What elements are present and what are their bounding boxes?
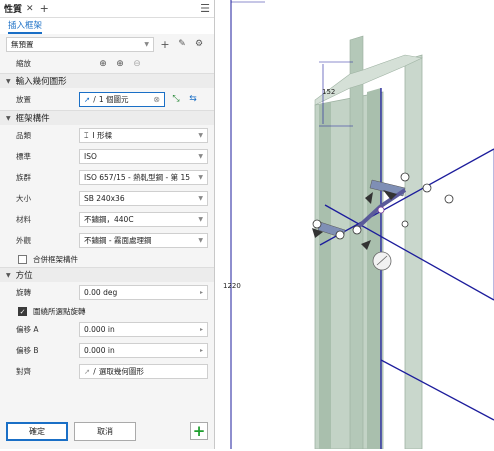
chevron-down-icon: ▼ bbox=[198, 132, 203, 139]
section-title: 框架構件 bbox=[15, 114, 50, 124]
offset-b-value: 0.000 in bbox=[84, 346, 115, 355]
chevron-down-icon: ▼ bbox=[198, 174, 203, 181]
flip-icon[interactable]: ⤡ bbox=[170, 94, 182, 104]
chevron-down-icon: ▼ bbox=[6, 114, 11, 122]
rotate-around-checkbox[interactable]: ✓ bbox=[18, 306, 27, 316]
clear-icon[interactable]: ⊗ bbox=[150, 95, 160, 104]
preset-value: 無預置 bbox=[11, 39, 34, 49]
placement-field[interactable]: ➚ / 1 個圖元 ⊗ bbox=[79, 91, 165, 107]
add-tab-icon[interactable]: + bbox=[40, 2, 49, 15]
zoom-out-icon[interactable]: ⊖ bbox=[131, 59, 143, 69]
model-canvas[interactable]: 152 1220 bbox=[215, 0, 494, 450]
cursor-icon: ➚ bbox=[84, 94, 91, 104]
chevron-down-icon: ▼ bbox=[198, 216, 203, 223]
appearance-label: 外觀 bbox=[16, 236, 31, 245]
subtab-label: 插入框架 bbox=[8, 19, 43, 34]
align-value: 選取幾何圖形 bbox=[98, 367, 144, 376]
chevron-down-icon: ▼ bbox=[198, 195, 203, 202]
material-label: 材料 bbox=[16, 215, 31, 224]
category-select[interactable]: ⌶ I 形樑 ▼ bbox=[79, 128, 208, 143]
graphics-viewport[interactable]: 152 1220 bbox=[215, 0, 494, 450]
menu-icon[interactable]: ☰ bbox=[200, 2, 210, 15]
standard-select[interactable]: ISO ▼ bbox=[79, 149, 208, 164]
merge-label: 合併框架構件 bbox=[33, 254, 78, 264]
appearance-value: 不鏽鋼 - 霧面處理鋼 bbox=[84, 236, 152, 245]
appearance-select[interactable]: 不鏽鋼 - 霧面處理鋼 ▼ bbox=[79, 233, 208, 248]
reverse-icon[interactable]: ⇆ bbox=[187, 94, 199, 104]
offset-a-label: 偏移 A bbox=[16, 325, 39, 334]
section-input-geometry[interactable]: ▼ 輸入幾何圖形 bbox=[0, 73, 214, 88]
dimension-height-label[interactable]: 1220 bbox=[223, 282, 241, 290]
family-label: 族群 bbox=[16, 173, 31, 182]
zoom-label: 縮放 bbox=[16, 59, 31, 68]
material-value: 不鏽鋼，440C bbox=[84, 215, 134, 224]
slash-icon: / bbox=[93, 367, 96, 376]
chevron-right-icon[interactable]: ▸ bbox=[197, 347, 203, 354]
section-frame-member[interactable]: ▼ 框架構件 bbox=[0, 110, 214, 125]
dimension-top-label[interactable]: 152 bbox=[322, 88, 335, 96]
cancel-button[interactable]: 取消 bbox=[74, 421, 136, 441]
properties-panel: 性質 ✕ + ☰ 插入框架 無預置 ▼ + ✎ ⚙ 縮放 ⊕ ⊕ ⊖ ▼ 輸入幾何圖… bbox=[0, 0, 215, 449]
zoom-in-icon[interactable]: ⊕ bbox=[114, 59, 126, 69]
rotation-input[interactable]: 0.00 deg ▸ bbox=[79, 285, 208, 300]
pin-icon[interactable]: ✎ bbox=[176, 39, 188, 49]
add-icon[interactable]: + bbox=[190, 422, 208, 440]
category-label: 品類 bbox=[16, 131, 31, 140]
material-select[interactable]: 不鏽鋼，440C ▼ bbox=[79, 212, 208, 227]
button-bar: 確定 取消 + bbox=[0, 419, 214, 443]
align-label: 對齊 bbox=[16, 367, 31, 376]
properties-tab[interactable]: 性質 bbox=[4, 2, 22, 15]
rotate-around-checkbox-row[interactable]: ✓ 圍繞所選點旋轉 bbox=[0, 303, 214, 319]
placement-label: 放置 bbox=[16, 94, 31, 104]
insert-frame-subtab[interactable]: 插入框架 bbox=[0, 18, 214, 34]
rotation-value: 0.00 deg bbox=[84, 288, 118, 297]
family-value: ISO 657/15 - 熱軋型鋼 - 第 15 bbox=[84, 173, 191, 182]
family-select[interactable]: ISO 657/15 - 熱軋型鋼 - 第 15 ▼ bbox=[79, 170, 208, 185]
chevron-right-icon[interactable]: ▸ bbox=[197, 289, 203, 296]
merge-checkbox-row[interactable]: 合併框架構件 bbox=[0, 251, 214, 267]
add-preset-icon[interactable]: + bbox=[159, 38, 171, 51]
close-icon[interactable]: ✕ bbox=[26, 4, 34, 14]
chevron-down-icon: ▼ bbox=[6, 271, 11, 279]
section-title: 輸入幾何圖形 bbox=[15, 77, 67, 87]
standard-value: ISO bbox=[84, 152, 97, 161]
offset-b-input[interactable]: 0.000 in ▸ bbox=[79, 343, 208, 358]
placement-value: 1 個圖元 bbox=[98, 94, 129, 104]
size-label: 大小 bbox=[16, 194, 31, 203]
offset-a-value: 0.000 in bbox=[84, 325, 115, 334]
rotate-around-label: 圍繞所選點旋轉 bbox=[33, 306, 86, 316]
gear-icon[interactable]: ⚙ bbox=[193, 39, 205, 49]
category-value: I 形樑 bbox=[92, 131, 113, 140]
chevron-down-icon: ▼ bbox=[6, 77, 11, 85]
chevron-right-icon[interactable]: ▸ bbox=[197, 326, 203, 333]
cursor-icon: ➚ bbox=[84, 367, 91, 376]
section-orientation[interactable]: ▼ 方位 bbox=[0, 267, 214, 282]
size-select[interactable]: SB 240x36 ▼ bbox=[79, 191, 208, 206]
chevron-down-icon: ▼ bbox=[144, 40, 149, 48]
chevron-down-icon: ▼ bbox=[198, 237, 203, 244]
standard-label: 標準 bbox=[16, 152, 31, 161]
slash-icon: / bbox=[93, 94, 96, 104]
ok-button[interactable]: 確定 bbox=[6, 421, 68, 441]
merge-checkbox[interactable] bbox=[18, 254, 27, 264]
panel-titlebar: 性質 ✕ + ☰ bbox=[0, 0, 214, 18]
offset-a-input[interactable]: 0.000 in ▸ bbox=[79, 322, 208, 337]
rotation-label: 旋轉 bbox=[16, 288, 31, 297]
section-title: 方位 bbox=[15, 271, 33, 281]
offset-b-label: 偏移 B bbox=[16, 346, 39, 355]
chevron-down-icon: ▼ bbox=[198, 153, 203, 160]
i-beam-icon: ⌶ bbox=[84, 130, 89, 140]
align-field[interactable]: ➚ / 選取幾何圖形 bbox=[79, 364, 208, 379]
preset-select[interactable]: 無預置 ▼ bbox=[6, 36, 154, 52]
size-value: SB 240x36 bbox=[84, 194, 125, 203]
zoom-fit-icon[interactable]: ⊕ bbox=[97, 59, 109, 69]
